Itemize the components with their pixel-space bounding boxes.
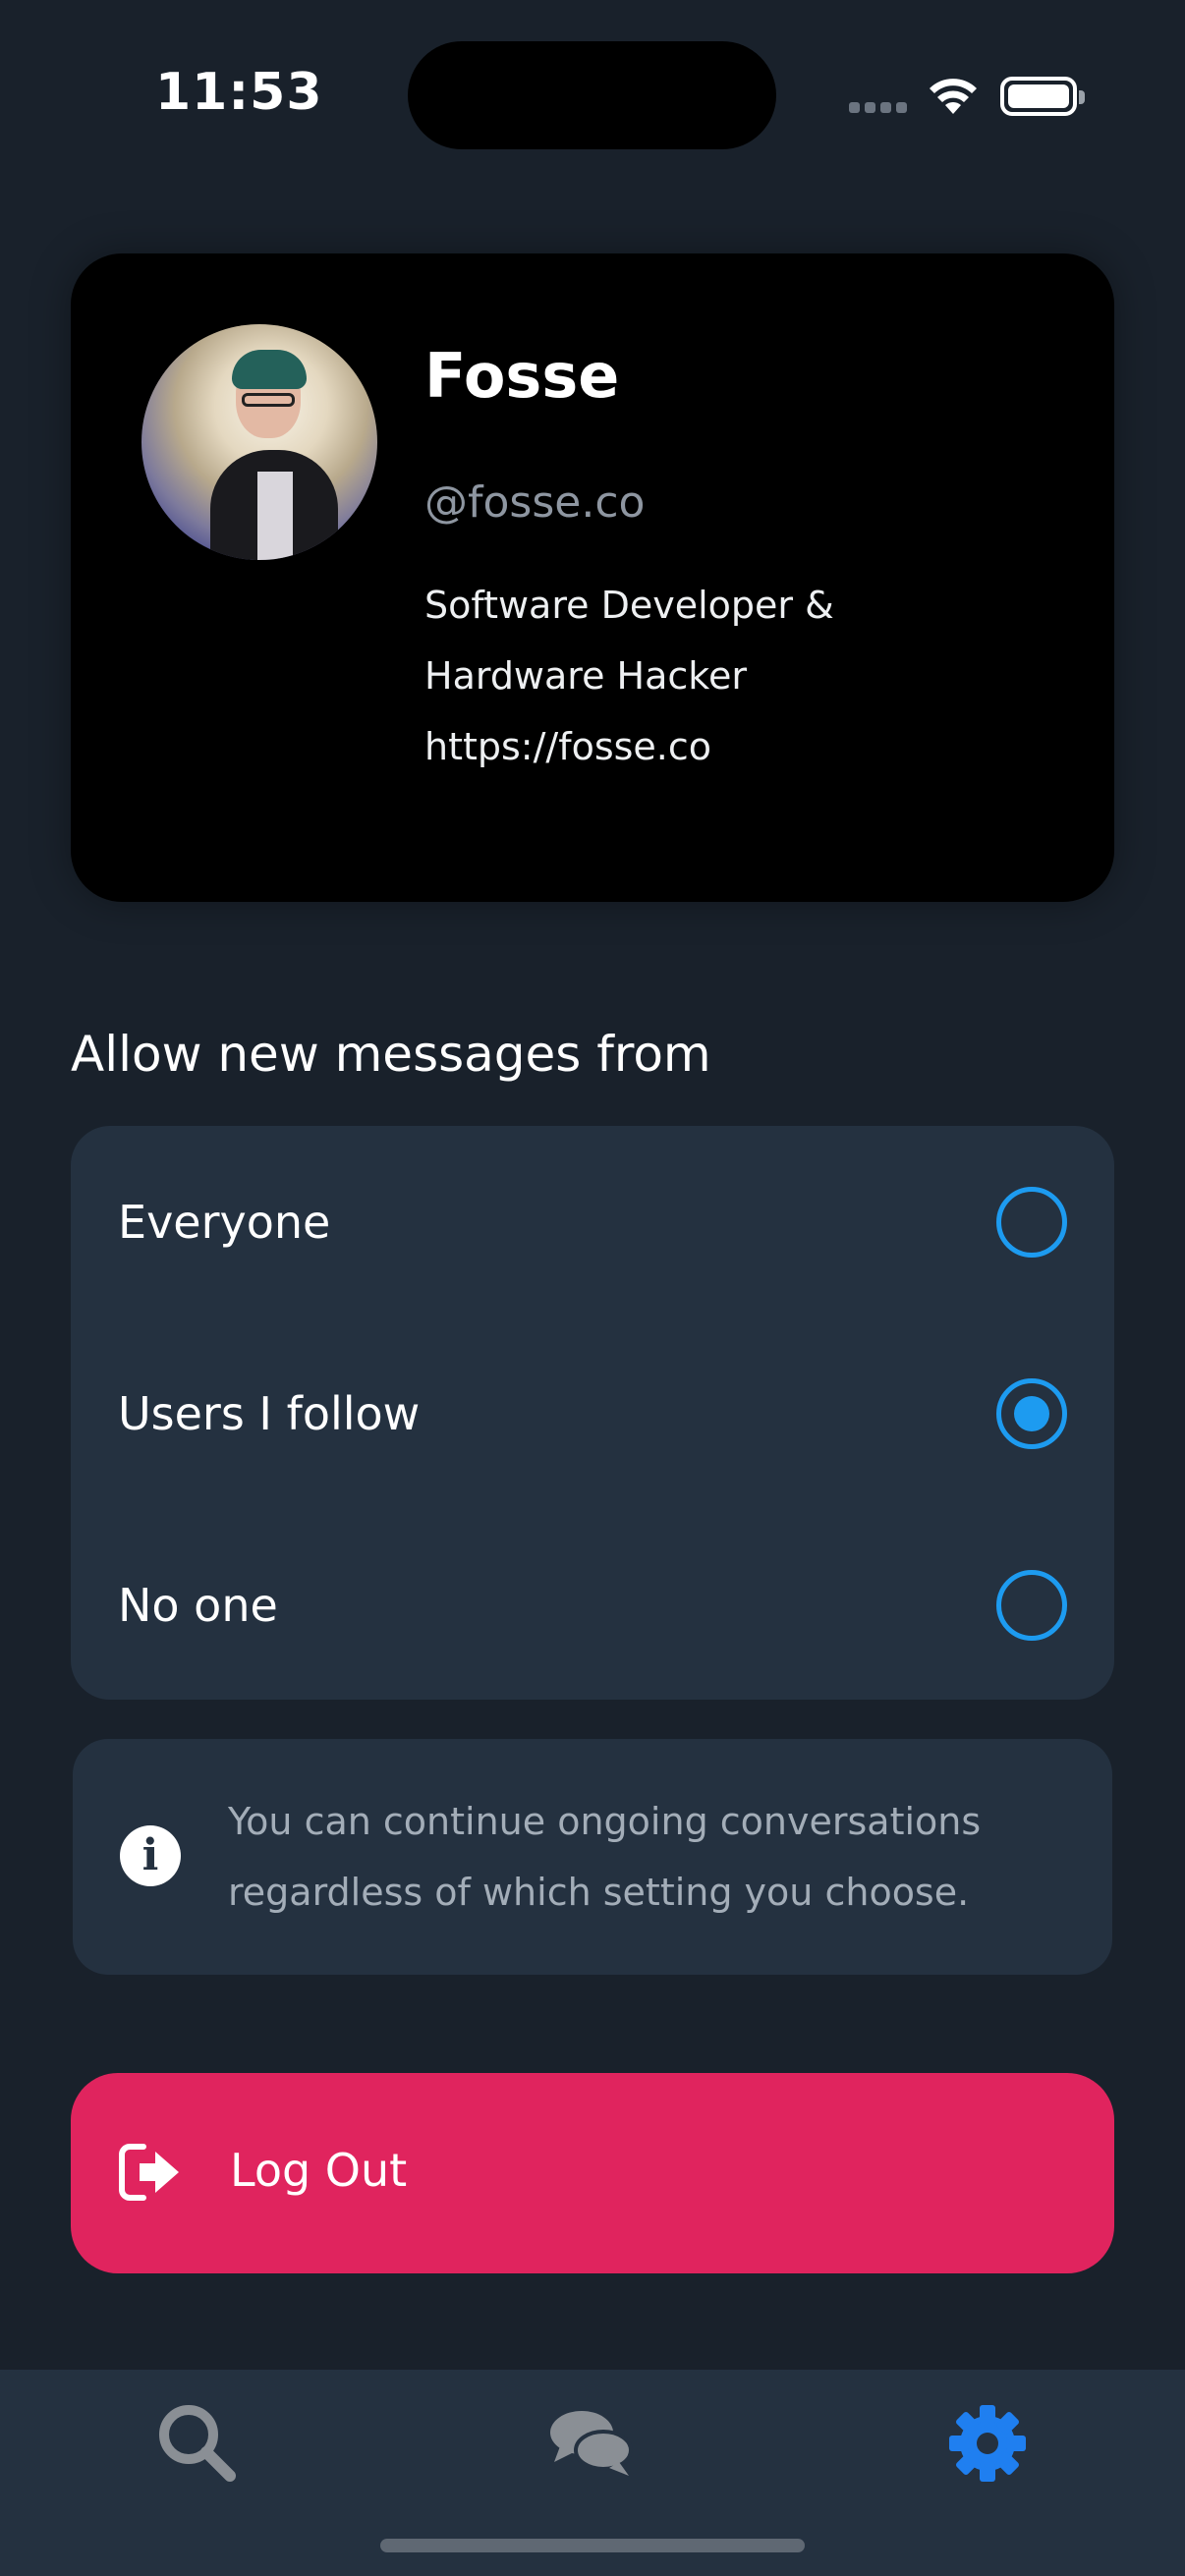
option-everyone[interactable]: Everyone	[71, 1126, 1114, 1317]
profile-bio: Software Developer & Hardware Hacker htt…	[424, 570, 1034, 782]
profile-card[interactable]: Fosse @fosse.co Software Developer & Har…	[71, 253, 1114, 902]
bio-line: Hardware Hacker	[424, 654, 747, 698]
home-indicator	[380, 2539, 805, 2552]
option-label: Users I follow	[118, 1386, 421, 1440]
avatar	[141, 324, 377, 560]
option-label: No one	[118, 1578, 278, 1632]
info-icon: i	[120, 1825, 181, 1886]
settings-screen: 11:53 Fosse @fosse.co Software Developer…	[0, 0, 1185, 2576]
radio-button[interactable]	[996, 1569, 1067, 1641]
search-icon[interactable]	[153, 2399, 242, 2488]
logout-button[interactable]: Log Out	[71, 2073, 1114, 2273]
profile-name: Fosse	[424, 340, 620, 412]
status-time: 11:53	[155, 63, 323, 122]
logout-label: Log Out	[230, 2144, 408, 2197]
bio-line: Software Developer &	[424, 584, 834, 627]
battery-icon	[1000, 77, 1085, 116]
radio-button-selected[interactable]	[996, 1377, 1067, 1449]
info-text: You can continue ongoing conversations r…	[228, 1800, 982, 1914]
cellular-signal-icon	[849, 102, 908, 116]
radio-button[interactable]	[996, 1186, 1067, 1258]
logout-icon	[119, 2144, 179, 2201]
option-no-one[interactable]: No one	[71, 1509, 1114, 1701]
wifi-icon	[930, 79, 977, 114]
section-title: Allow new messages from	[71, 1026, 711, 1083]
dynamic-island	[408, 41, 776, 149]
message-permission-options: Everyone Users I follow No one	[71, 1126, 1114, 1700]
info-notice: i You can continue ongoing conversations…	[73, 1739, 1112, 1975]
gear-icon[interactable]	[943, 2399, 1032, 2488]
bio-link[interactable]: https://fosse.co	[424, 711, 1034, 782]
option-label: Everyone	[118, 1195, 331, 1249]
profile-handle: @fosse.co	[424, 477, 646, 528]
option-users-i-follow[interactable]: Users I follow	[71, 1317, 1114, 1509]
messages-icon[interactable]	[546, 2399, 635, 2488]
